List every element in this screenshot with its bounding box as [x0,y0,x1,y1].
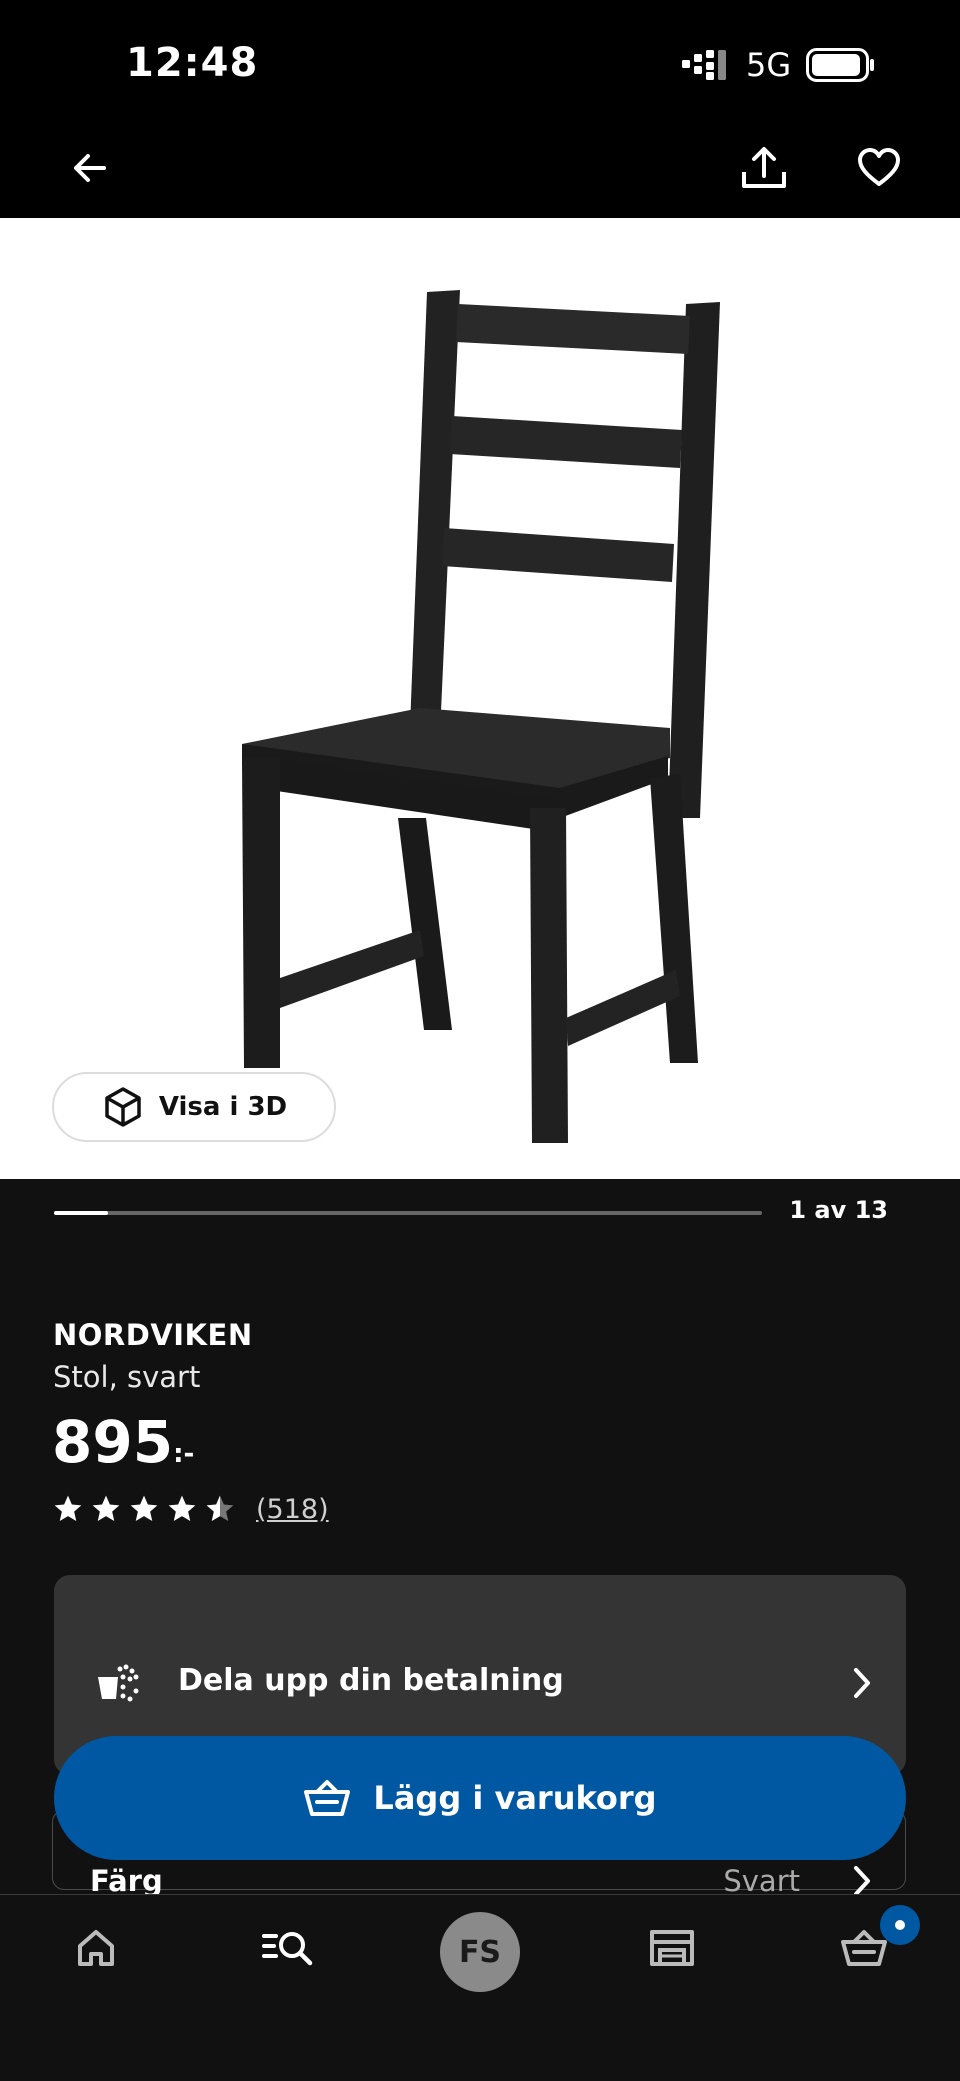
store-icon [650,1930,694,1966]
basket-icon [304,1780,351,1816]
product-name: NORDVIKEN [53,1318,253,1352]
gallery-progress-fill [54,1211,109,1215]
price-value: 895 [52,1408,174,1476]
price-suffix: :- [173,1439,195,1469]
gallery-progress [54,1211,762,1215]
network-type: 5G [746,46,792,84]
star-icon [168,1495,196,1521]
star-icon [92,1495,120,1521]
tab-home[interactable] [56,1918,136,1978]
cart-badge [880,1905,920,1945]
color-label: Färg [90,1864,163,1898]
star-icon [130,1495,158,1521]
back-button[interactable] [60,138,120,198]
cart-badge-dot [895,1920,905,1930]
product-description: Stol, svart [53,1360,201,1394]
heart-icon [858,148,900,186]
star-icon [54,1495,82,1521]
home-icon [78,1930,114,1966]
view-3d-label: Visa i 3D [158,1092,288,1122]
add-to-cart-button[interactable]: Lägg i varukorg [54,1736,906,1860]
product-image[interactable] [0,218,960,1179]
signal-icon [682,50,730,84]
chair-image [242,290,720,1143]
tab-search[interactable] [248,1918,328,1978]
add-to-cart-label: Lägg i varukorg [373,1779,657,1817]
split-payment-label: Dela upp din betalning [178,1663,564,1698]
product-rating[interactable]: (518) [52,1493,329,1525]
profile-avatar[interactable]: FS [440,1912,520,1992]
view-3d-button[interactable]: Visa i 3D [52,1072,336,1142]
gallery-counter: 1 av 13 [789,1196,888,1224]
split-payment-icon [94,1663,140,1707]
cube-icon [105,1087,141,1127]
top-navigation-bar [0,130,960,218]
tab-store[interactable] [632,1918,712,1978]
battery-icon [806,48,876,86]
status-time: 12:48 [126,40,259,86]
share-icon [742,147,786,188]
product-price: 895:- [52,1408,194,1476]
chevron-right-icon [850,1666,874,1704]
share-button[interactable] [734,138,794,198]
favorite-button[interactable] [849,138,909,198]
arrow-left-icon [74,154,106,182]
search-list-icon [262,1932,313,1966]
color-value: Svart [723,1864,800,1898]
review-count-link[interactable]: (518) [256,1494,329,1525]
half-star-icon [206,1495,234,1521]
